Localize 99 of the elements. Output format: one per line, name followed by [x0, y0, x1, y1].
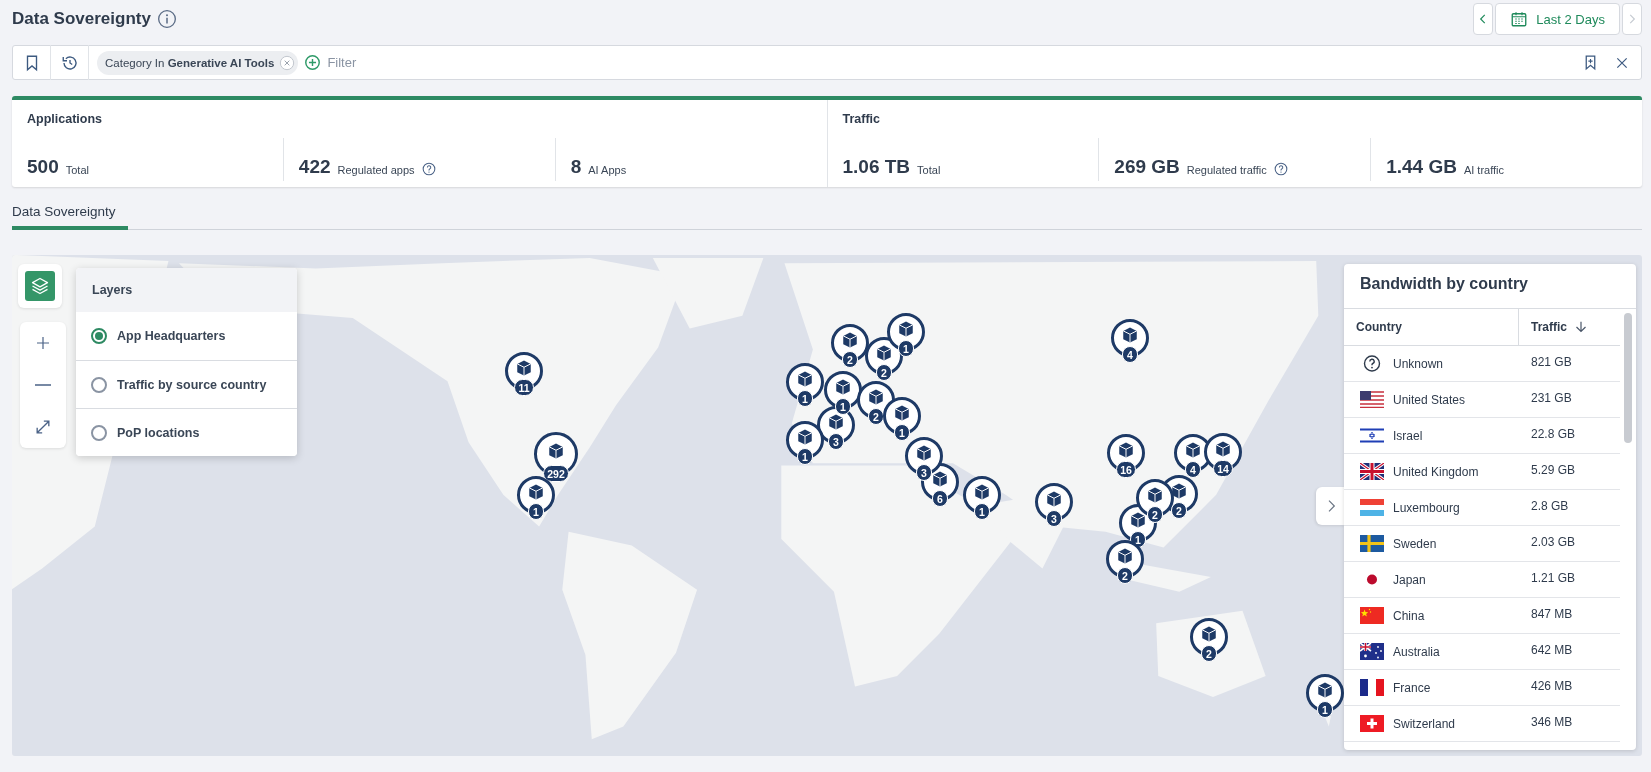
cube-icon	[1045, 490, 1063, 508]
metric-value: 1.06 TB	[842, 156, 911, 178]
page-title: Data Sovereignty	[12, 9, 151, 29]
cube-icon	[515, 359, 533, 377]
cube-icon	[973, 483, 991, 501]
cube-icon	[867, 388, 885, 406]
layer-option[interactable]: Traffic by source country	[76, 360, 297, 408]
metric-label: Regulated traffic	[1186, 163, 1267, 178]
layers-icon	[30, 276, 50, 296]
country-name: France	[1393, 680, 1431, 695]
traffic-value: 426 MB	[1530, 678, 1573, 695]
traffic-value: 2.8 GB	[1530, 498, 1569, 515]
cube-icon	[841, 331, 859, 349]
traffic-value: 5.29 GB	[1530, 462, 1576, 479]
group-title: Applications	[26, 112, 103, 128]
cube-icon	[1170, 482, 1188, 500]
group-title: Traffic	[841, 112, 881, 128]
country-name: Luxembourg	[1393, 500, 1460, 515]
column-header[interactable]: Country	[1344, 309, 1518, 345]
cube-icon	[527, 483, 545, 501]
info-icon[interactable]	[156, 9, 177, 29]
help-icon[interactable]	[421, 162, 436, 176]
cube-icon	[1116, 547, 1134, 565]
cube-icon	[796, 370, 814, 388]
panel-title: Bandwidth by country	[1344, 264, 1636, 309]
traffic-value: 346 MB	[1530, 714, 1573, 731]
flag-icon	[1360, 427, 1384, 444]
country-name: Unknown	[1393, 356, 1444, 371]
cube-icon	[875, 344, 893, 362]
flag-icon	[1360, 715, 1384, 732]
flag-icon	[1360, 535, 1384, 552]
cube-icon	[1214, 440, 1232, 458]
country-name: Sweden	[1393, 536, 1437, 551]
traffic-value: 231 GB	[1530, 390, 1572, 407]
cube-icon	[796, 428, 814, 446]
cube-icon	[915, 444, 933, 462]
metric-value: 422	[298, 156, 331, 178]
country-name: Japan	[1393, 572, 1426, 587]
cube-icon	[1316, 681, 1334, 699]
country-name: China	[1393, 608, 1425, 623]
layer-option[interactable]: PoP locations	[76, 408, 297, 456]
flag-icon	[1360, 499, 1384, 516]
date-range-button[interactable]: Last 2 Days	[1495, 3, 1620, 35]
panel-title: Layers	[76, 268, 297, 312]
tab[interactable]: Data Sovereignty	[12, 200, 128, 230]
flag-icon	[1360, 679, 1384, 696]
plus-icon	[304, 54, 322, 71]
calendar-icon	[1510, 10, 1529, 28]
traffic-value: 821 GB	[1530, 354, 1572, 371]
metric-label: AI traffic	[1463, 163, 1505, 178]
cube-icon	[1146, 486, 1164, 504]
cube-icon	[1121, 326, 1139, 344]
metric-label: AI Apps	[588, 163, 627, 178]
cube-icon	[931, 470, 949, 488]
chip-label: Category In Generative AI Tools	[105, 56, 275, 69]
traffic-value: 1.21 GB	[1530, 570, 1576, 587]
traffic-value: 642 MB	[1530, 642, 1573, 659]
sort-arrow-icon[interactable]	[1575, 320, 1587, 334]
country-name: United States	[1393, 392, 1466, 407]
metric-label: Total	[917, 163, 941, 178]
cube-icon	[547, 442, 565, 460]
metric-label: Total	[65, 163, 89, 178]
layers-button[interactable]	[18, 264, 62, 308]
traffic-value: 2.03 GB	[1530, 534, 1576, 551]
flag-icon	[1360, 607, 1384, 624]
flag-icon	[1360, 463, 1384, 480]
plus-icon	[34, 334, 52, 352]
country-name: Israel	[1393, 428, 1423, 443]
scrollbar[interactable]	[1624, 313, 1632, 443]
traffic-value: 22.8 GB	[1530, 426, 1576, 443]
radio-button[interactable]	[91, 376, 107, 393]
flag-icon	[1360, 643, 1384, 660]
history-icon	[60, 53, 79, 72]
traffic-value: 847 MB	[1530, 606, 1573, 623]
cube-icon	[1184, 441, 1202, 459]
cube-icon	[834, 378, 852, 396]
remove-icon[interactable]	[279, 54, 296, 71]
country-name: Australia	[1393, 644, 1440, 659]
radio-button[interactable]	[91, 328, 107, 344]
cube-icon	[827, 413, 845, 431]
metric-value: 1.44 GB	[1386, 156, 1457, 178]
country-name: Switzerland	[1393, 716, 1456, 731]
cube-icon	[893, 404, 911, 422]
column-header[interactable]: Traffic	[1518, 309, 1620, 345]
metric-label: Regulated apps	[337, 163, 415, 178]
filter-chip[interactable]: Category In Generative AI Tools	[97, 50, 299, 75]
cube-icon	[1117, 441, 1135, 459]
metric-value: 269 GB	[1114, 156, 1180, 178]
cube-icon	[1129, 511, 1147, 529]
layer-option[interactable]: App Headquarters	[76, 312, 297, 360]
flag-icon	[1360, 391, 1384, 408]
cube-icon	[897, 320, 915, 338]
cube-icon	[1200, 625, 1218, 643]
minus-icon	[34, 383, 52, 387]
metric-value: 8	[570, 156, 582, 178]
metric-value: 500	[27, 156, 59, 178]
help-icon[interactable]	[1273, 162, 1288, 176]
country-name: United Kingdom	[1393, 464, 1479, 479]
radio-button[interactable]	[91, 424, 107, 441]
